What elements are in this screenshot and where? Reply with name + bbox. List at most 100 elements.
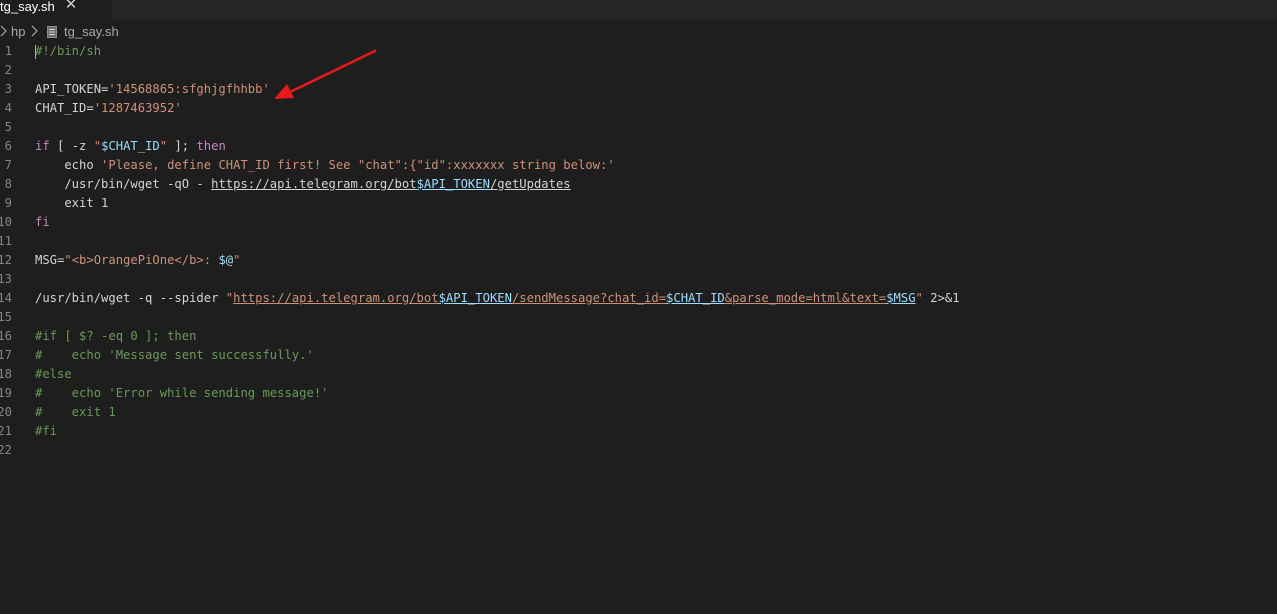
- line-number: 18: [0, 367, 12, 381]
- code-link-token[interactable]: https://api.telegram.org/bot: [211, 177, 416, 191]
- close-icon[interactable]: ✕: [63, 0, 79, 13]
- line-number: 19: [0, 386, 12, 400]
- breadcrumb-segment-file[interactable]: tg_say.sh: [64, 24, 119, 40]
- code-line[interactable]: 22: [0, 441, 1277, 460]
- code-text: # exit 1: [35, 403, 116, 422]
- line-number: 12: [0, 253, 12, 267]
- code-token: ];: [167, 139, 197, 153]
- code-line[interactable]: 9 exit 1: [0, 194, 1277, 213]
- tab-label: tg_say.sh: [0, 0, 55, 14]
- code-line[interactable]: 5: [0, 118, 1277, 137]
- code-link-token[interactable]: $API_TOKEN: [417, 177, 490, 191]
- code-line[interactable]: 8 /usr/bin/wget -qO - https://api.telegr…: [0, 175, 1277, 194]
- code-line[interactable]: 4 CHAT_ID='1287463952': [0, 99, 1277, 118]
- line-number: 6: [4, 139, 12, 153]
- line-number: 13: [0, 272, 12, 286]
- line-number: 20: [0, 405, 12, 419]
- code-text: #if [ $? -eq 0 ]; then: [35, 327, 196, 346]
- code-token: fi: [35, 215, 50, 229]
- code-line[interactable]: 15: [0, 308, 1277, 327]
- code-token: ": [93, 139, 102, 153]
- line-number: 4: [4, 101, 12, 115]
- breadcrumb-segment-folder[interactable]: hp: [11, 24, 25, 40]
- tab-bar: tg_say.sh ✕: [0, 0, 1277, 20]
- code-line[interactable]: 21 #fi: [0, 422, 1277, 441]
- code-text: /usr/bin/wget -q --spider " https://api.t…: [35, 289, 960, 308]
- code-token: # echo 'Message sent successfully.': [35, 348, 314, 362]
- code-token: #if [ $? -eq 0 ]; then: [35, 329, 197, 343]
- line-number: 8: [4, 177, 12, 191]
- code-line[interactable]: 20 # exit 1: [0, 403, 1277, 422]
- code-token: "<b>OrangePiOne</b>:: [64, 253, 219, 267]
- code-token: '1287463952': [93, 101, 182, 115]
- line-number: 16: [0, 329, 12, 343]
- code-token: MSG=: [35, 253, 65, 267]
- code-token: # echo 'Error while sending message!': [35, 386, 329, 400]
- code-line[interactable]: 6 if [ -z "$CHAT_ID" ]; then: [0, 137, 1277, 156]
- code-token: API_TOKEN=: [35, 82, 109, 96]
- line-number: 10: [0, 215, 12, 229]
- text-cursor: [35, 45, 36, 59]
- line-number: 1: [4, 44, 12, 58]
- code-token: '14568865:sfghjgfhhbb': [108, 82, 270, 96]
- breadcrumb: hp tg_say.sh: [0, 22, 1277, 42]
- line-number: 3: [4, 82, 12, 96]
- line-number: 14: [0, 291, 12, 305]
- line-number: 21: [0, 424, 12, 438]
- code-link-token[interactable]: $API_TOKEN: [439, 291, 512, 305]
- code-text: # echo 'Message sent successfully.': [35, 346, 314, 365]
- chevron-right-icon: [31, 25, 38, 37]
- tab-tg-say-sh[interactable]: tg_say.sh ✕: [0, 0, 112, 20]
- code-token: 2>&1: [922, 291, 960, 305]
- code-text: #else: [35, 365, 72, 384]
- code-line[interactable]: 17 # echo 'Message sent successfully.': [0, 346, 1277, 365]
- code-line[interactable]: 18 #else: [0, 365, 1277, 384]
- code-link-token[interactable]: $MSG: [886, 291, 915, 305]
- code-link-token[interactable]: $CHAT_ID: [666, 291, 725, 305]
- code-text: exit 1: [35, 194, 108, 213]
- code-line[interactable]: 3 API_TOKEN='14568865:sfghjgfhhbb': [0, 80, 1277, 99]
- code-text: /usr/bin/wget -qO - https://api.telegram…: [35, 175, 571, 194]
- code-token: #else: [35, 367, 72, 381]
- line-number: 11: [0, 234, 12, 248]
- line-number: 9: [4, 196, 12, 210]
- code-editor[interactable]: 1 #!/bin/sh 2 3 API_TOKEN='14568865:sfghjgfh…: [0, 42, 1277, 614]
- code-line[interactable]: 12 MSG="<b>OrangePiOne</b>: $@": [0, 251, 1277, 270]
- line-number: 5: [4, 120, 12, 134]
- code-link-token[interactable]: /sendMessage?chat_id=: [512, 291, 666, 305]
- file-icon: [47, 26, 57, 38]
- code-token: ": [159, 139, 168, 153]
- code-text: API_TOKEN='14568865:sfghjgfhhbb': [35, 80, 270, 99]
- code-text: CHAT_ID='1287463952': [35, 99, 182, 118]
- code-token: exit 1: [35, 196, 109, 210]
- line-number: 17: [0, 348, 12, 362]
- code-line[interactable]: 7 echo 'Please, define CHAT_ID first! Se…: [0, 156, 1277, 175]
- code-link-token[interactable]: /getUpdates: [490, 177, 571, 191]
- code-text: #!/bin/sh: [35, 42, 101, 61]
- code-text: #fi: [35, 422, 57, 441]
- code-text: if [ -z "$CHAT_ID" ]; then: [35, 137, 226, 156]
- code-line[interactable]: 1 #!/bin/sh: [0, 42, 1277, 61]
- code-line[interactable]: 19 # echo 'Error while sending message!': [0, 384, 1277, 403]
- code-line[interactable]: 13: [0, 270, 1277, 289]
- code-token: /usr/bin/wget -q --spider: [35, 291, 226, 305]
- line-number: 22: [0, 443, 12, 457]
- code-link-token[interactable]: &parse_mode=html&text=: [725, 291, 886, 305]
- code-text: echo 'Please, define CHAT_ID first! See …: [35, 156, 615, 175]
- code-token: #fi: [35, 424, 58, 438]
- code-token: ": [233, 253, 241, 267]
- code-token: 'Please, define CHAT_ID first! See "chat…: [101, 158, 615, 172]
- code-token: $CHAT_ID: [101, 139, 160, 153]
- code-line[interactable]: 10 fi: [0, 213, 1277, 232]
- code-token: [ -z: [49, 139, 94, 153]
- code-token: $@: [218, 253, 234, 267]
- code-line[interactable]: 16 #if [ $? -eq 0 ]; then: [0, 327, 1277, 346]
- code-line[interactable]: 14/usr/bin/wget -q --spider " https://api…: [0, 289, 1277, 308]
- code-text: MSG="<b>OrangePiOne</b>: $@": [35, 251, 240, 270]
- code-line[interactable]: 11: [0, 232, 1277, 251]
- line-number: 7: [4, 158, 12, 172]
- code-line[interactable]: 2: [0, 61, 1277, 80]
- code-link-token[interactable]: https://api.telegram.org/bot: [233, 291, 438, 305]
- code-token: then: [196, 139, 226, 153]
- code-text: # echo 'Error while sending message!': [35, 384, 329, 403]
